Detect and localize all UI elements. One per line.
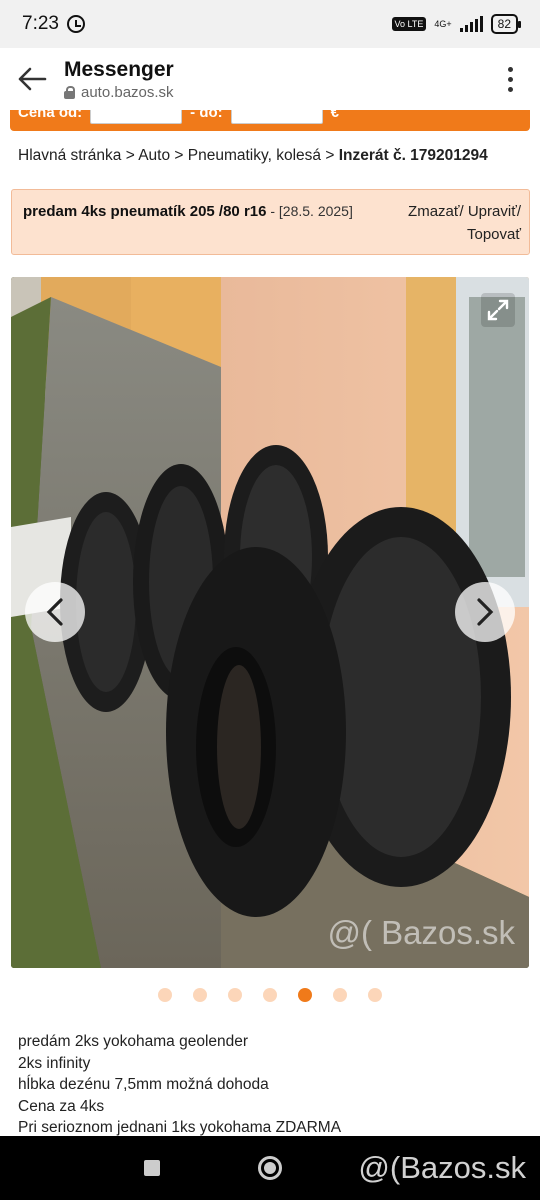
lock-icon <box>64 85 75 99</box>
more-menu-button[interactable] <box>480 66 540 92</box>
gallery-next-button[interactable] <box>455 582 515 642</box>
listing-actions[interactable]: Zmazať/ Upraviť/ Topovať <box>354 200 521 254</box>
description-line: 2ks infinity <box>18 1054 91 1072</box>
more-vert-icon <box>507 66 513 72</box>
description-line: hĺbka dezénu 7,5mm možná dohoda <box>18 1076 269 1093</box>
breadcrumb-auto[interactable]: Auto <box>138 147 170 164</box>
home-button[interactable] <box>258 1156 282 1180</box>
gallery-dot[interactable] <box>228 988 242 1002</box>
description-line: Cena za 4ks <box>18 1097 105 1115</box>
expand-button[interactable] <box>481 293 515 327</box>
breadcrumb: Hlavná stránka > Auto > Pneumatiky, kole… <box>18 145 528 167</box>
gallery-prev-button[interactable] <box>25 582 85 642</box>
gallery-dot[interactable] <box>368 988 382 1002</box>
volte-badge: Vo LTE <box>391 17 427 31</box>
app-titles: Messenger auto.bazos.sk <box>64 58 174 101</box>
alarm-icon <box>66 15 85 33</box>
overlay-watermark: @(Bazos.sk <box>358 1150 526 1185</box>
gallery-dot[interactable] <box>263 988 277 1002</box>
breadcrumb-sep: > <box>321 147 339 164</box>
status-indicators: Vo LTE 4G+ 82 <box>391 14 522 34</box>
gallery-dots <box>0 988 540 1002</box>
network-type: 4G+ <box>434 19 452 29</box>
url-row: auto.bazos.sk <box>64 84 174 101</box>
breadcrumb-sep: > <box>170 147 188 164</box>
description-line: predám 2ks yokohama geolender <box>18 1033 249 1050</box>
breadcrumb-home[interactable]: Hlavná stránka <box>18 147 121 164</box>
gallery-dot[interactable] <box>193 988 207 1002</box>
listing-title: predam 4ks pneumatík 205 /80 r16 <box>23 203 267 220</box>
tires-photo <box>11 277 529 968</box>
app-title: Messenger <box>64 57 174 81</box>
signal-icon <box>459 16 483 32</box>
breadcrumb-sep: > <box>121 147 139 164</box>
chevron-left-icon <box>46 598 63 626</box>
back-arrow-icon <box>18 67 47 91</box>
breadcrumb-current: Inzerát č. 179201294 <box>338 147 488 164</box>
status-bar: 7:23 Vo LTE 4G+ 82 <box>0 0 540 48</box>
listing-photo[interactable]: @( Bazos.sk <box>11 277 529 968</box>
system-nav-bar: @(Bazos.sk <box>0 1136 540 1200</box>
page-url: auto.bazos.sk <box>81 83 174 101</box>
app-bar: Messenger auto.bazos.sk <box>0 48 540 110</box>
status-time: 7:23 <box>22 13 59 34</box>
gallery-dot[interactable] <box>158 988 172 1002</box>
gallery-dot[interactable] <box>333 988 347 1002</box>
back-button[interactable] <box>0 48 64 110</box>
battery-icon: 82 <box>490 14 522 34</box>
listing-header: predam 4ks pneumatík 205 /80 r16 - [28.5… <box>11 189 530 255</box>
expand-icon <box>487 299 509 321</box>
recents-button[interactable] <box>144 1160 160 1176</box>
listing-description: predám 2ks yokohama geolender 2ks infinit… <box>18 1031 528 1139</box>
photo-watermark: @( Bazos.sk <box>327 914 515 951</box>
listing-date: - [28.5. 2025] <box>266 203 353 219</box>
breadcrumb-category[interactable]: Pneumatiky, kolesá <box>188 147 321 164</box>
listing-title-wrap: predam 4ks pneumatík 205 /80 r16 - [28.5… <box>23 200 354 254</box>
chevron-right-icon <box>477 598 494 626</box>
gallery-dot[interactable] <box>298 988 312 1002</box>
